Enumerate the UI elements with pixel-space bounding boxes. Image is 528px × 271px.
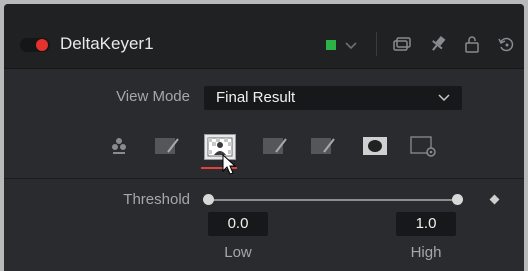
threshold-high-label: High: [410, 244, 442, 261]
view-mode-value: Final Result: [216, 89, 296, 106]
node-enable-toggle[interactable]: [20, 38, 50, 52]
view-mode-label: View Mode: [116, 88, 190, 105]
node-header: DeltaKeyer1: [4, 4, 524, 69]
reset-icon[interactable]: [496, 34, 516, 54]
inspector-panel: DeltaKeyer1 View Mode Final Result Thres…: [4, 4, 524, 271]
threshold-low-input[interactable]: 0.0: [208, 212, 268, 236]
pin-icon[interactable]: [428, 34, 448, 54]
garbage-matte-icon[interactable]: [360, 134, 390, 158]
header-separator: [376, 32, 377, 56]
keyframe-diamond-icon[interactable]: [489, 194, 500, 205]
versions-icon[interactable]: [392, 34, 412, 54]
threshold-high-input[interactable]: 1.0: [396, 212, 456, 236]
threshold-range-track[interactable]: [207, 199, 458, 201]
color-sample-icon[interactable]: [104, 134, 134, 158]
chevron-down-icon: [438, 94, 450, 102]
toggle-dot-icon: [36, 39, 48, 51]
node-name[interactable]: DeltaKeyer1: [60, 34, 154, 54]
threshold-low-handle[interactable]: [203, 194, 214, 205]
panel-background: DeltaKeyer1 View Mode Final Result Thres…: [0, 0, 528, 271]
post-matte-icon[interactable]: [308, 134, 338, 158]
fine-matte-icon[interactable]: [260, 134, 290, 158]
threshold-low-label: Low: [224, 244, 252, 261]
view-mode-select[interactable]: Final Result: [204, 86, 462, 110]
node-color-swatch[interactable]: [326, 40, 336, 50]
pre-matte-icon[interactable]: [152, 134, 182, 158]
threshold-high-handle[interactable]: [452, 194, 463, 205]
mouse-cursor-icon: [222, 154, 237, 175]
settings-icon[interactable]: [408, 134, 438, 158]
lock-icon[interactable]: [462, 34, 482, 54]
chevron-down-icon[interactable]: [344, 34, 358, 54]
section-divider: [4, 178, 524, 179]
threshold-label: Threshold: [123, 191, 190, 208]
